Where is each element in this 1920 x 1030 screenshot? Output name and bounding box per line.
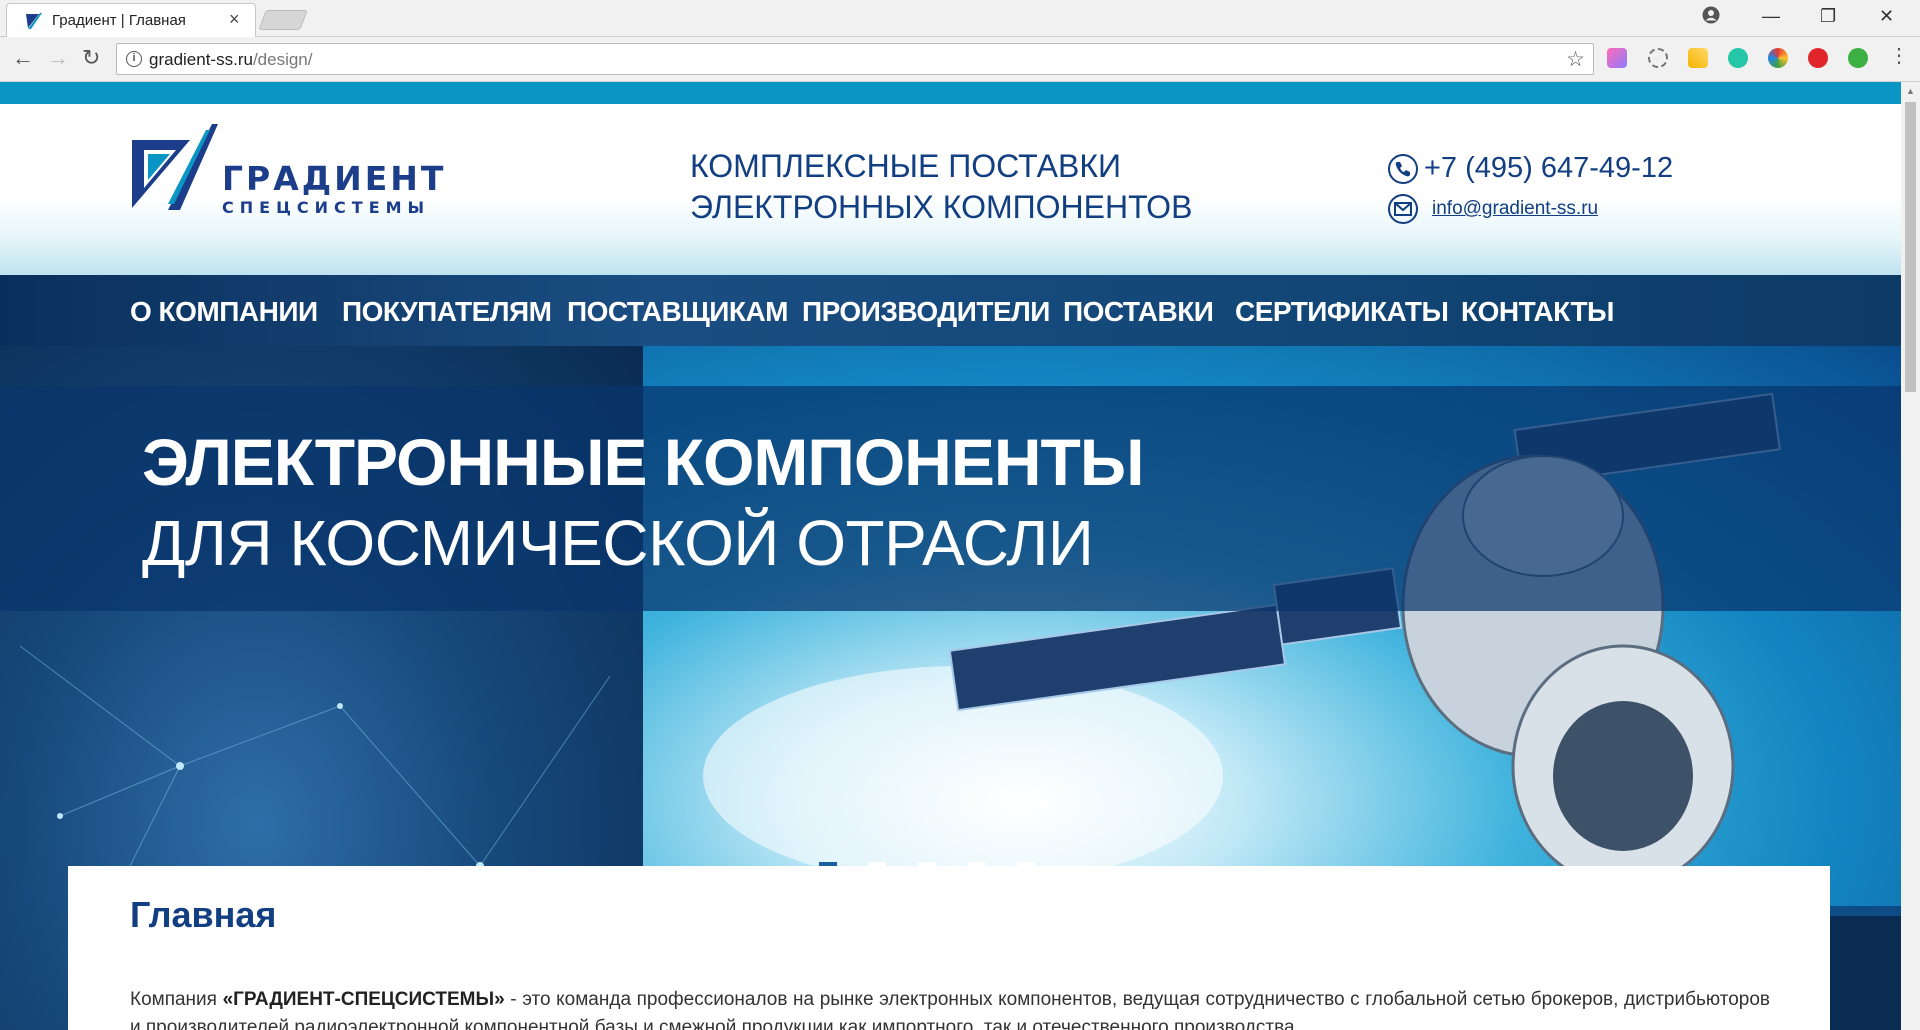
site-info-icon[interactable]: i	[126, 51, 142, 67]
main-content: Главная Компания «ГРАДИЕНТ-СПЕЦСИСТЕМЫ» …	[68, 866, 1830, 1030]
tab-close-icon[interactable]: ×	[229, 9, 240, 30]
reload-icon[interactable]: ↻	[82, 45, 100, 71]
back-icon[interactable]: ←	[12, 45, 34, 71]
phone-icon	[1388, 154, 1418, 185]
phone-number: +7 (495) 647-49-12	[1424, 152, 1674, 184]
extension-icon[interactable]	[1607, 48, 1627, 68]
extension-icon[interactable]	[1768, 48, 1788, 68]
nav-item-suppliers[interactable]: ПОСТАВЩИКАМ	[567, 296, 789, 328]
address-bar[interactable]: i gradient-ss.ru/design/ ☆	[116, 43, 1594, 75]
profile-icon[interactable]	[1702, 6, 1720, 24]
extension-icon[interactable]	[1688, 48, 1708, 68]
browser-chrome: Градиент | Главная × — ❐ ✕ ← → ↻ i gradi…	[0, 0, 1920, 82]
company-name: «ГРАДИЕНТ-СПЕЦСИСТЕМЫ»	[222, 989, 505, 1010]
minimize-icon[interactable]: —	[1762, 6, 1780, 27]
forward-icon[interactable]: →	[47, 45, 69, 71]
content-corner-decoration	[605, 866, 645, 930]
site-header: ГРАДИЕНТ СПЕЦСИСТЕМЫ КОМПЛЕКСНЫЕ ПОСТАВК…	[0, 104, 1901, 275]
header-email[interactable]: info@gradient-ss.ru	[1388, 194, 1598, 224]
header-tagline: КОМПЛЕКСНЫЕ ПОСТАВКИ ЭЛЕКТРОННЫХ КОМПОНЕ…	[690, 146, 1192, 228]
nav-item-deliveries[interactable]: ПОСТАВКИ	[1063, 296, 1214, 328]
email-link[interactable]: info@gradient-ss.ru	[1432, 198, 1598, 219]
tagline-line: КОМПЛЕКСНЫЕ ПОСТАВКИ	[690, 148, 1121, 184]
logo-mark-icon	[132, 124, 218, 210]
browser-tab[interactable]: Градиент | Главная ×	[6, 3, 256, 37]
nav-item-about[interactable]: О КОМПАНИИ	[130, 296, 318, 328]
hero-subtitle: ДЛЯ КОСМИЧЕСКОЙ ОТРАСЛИ	[142, 507, 1094, 579]
nav-item-buyers[interactable]: ПОКУПАТЕЛЯМ	[342, 296, 552, 328]
web-page: ГРАДИЕНТ СПЕЦСИСТЕМЫ КОМПЛЕКСНЫЕ ПОСТАВК…	[0, 82, 1901, 1030]
tab-title: Градиент | Главная	[52, 12, 186, 29]
bookmark-star-icon[interactable]: ☆	[1566, 47, 1585, 72]
page-scrollbar[interactable]: ▲	[1901, 82, 1920, 1030]
scrollbar-thumb[interactable]	[1905, 102, 1916, 392]
nav-item-contacts[interactable]: КОНТАКТЫ	[1461, 296, 1614, 328]
page-title: Главная	[130, 894, 277, 935]
site-favicon-icon	[25, 12, 43, 30]
download-icon[interactable]	[1848, 48, 1868, 68]
top-accent-bar	[0, 82, 1901, 104]
header-phone[interactable]: +7 (495) 647-49-12	[1388, 152, 1673, 185]
logo-name: ГРАДИЕНТ	[222, 159, 447, 198]
opera-icon[interactable]	[1808, 48, 1828, 68]
mail-icon	[1388, 194, 1418, 224]
tab-strip: Градиент | Главная × — ❐ ✕	[0, 0, 1920, 37]
nav-item-certificates[interactable]: СЕРТИФИКАТЫ	[1235, 296, 1449, 328]
main-navigation: О КОМПАНИИ ПОКУПАТЕЛЯМ ПОСТАВЩИКАМ ПРОИЗ…	[0, 275, 1901, 346]
browser-toolbar: ← → ↻ i gradient-ss.ru/design/ ☆ ⋮	[0, 37, 1920, 82]
extension-icon[interactable]	[1728, 48, 1748, 68]
tagline-line: ЭЛЕКТРОННЫХ КОМПОНЕНТОВ	[690, 189, 1193, 225]
intro-paragraph: Компания «ГРАДИЕНТ-СПЕЦСИСТЕМЫ» - это ко…	[130, 989, 1770, 1030]
site-logo[interactable]: ГРАДИЕНТ СПЕЦСИСТЕМЫ	[130, 120, 450, 216]
menu-icon[interactable]: ⋮	[1889, 43, 1909, 68]
logo-subtitle: СПЕЦСИСТЕМЫ	[222, 198, 431, 217]
scroll-up-icon[interactable]: ▲	[1906, 86, 1915, 96]
hero-corner-decoration	[1830, 916, 1901, 1030]
new-tab-button[interactable]	[258, 10, 308, 30]
nav-item-manufacturers[interactable]: ПРОИЗВОДИТЕЛИ	[802, 296, 1050, 328]
hero-title: ЭЛЕКТРОННЫЕ КОМПОНЕНТЫ	[142, 425, 1144, 499]
close-window-icon[interactable]: ✕	[1879, 6, 1894, 27]
url-text: gradient-ss.ru/design/	[149, 50, 313, 69]
extension-icon[interactable]	[1648, 48, 1668, 68]
restore-icon[interactable]: ❐	[1820, 6, 1836, 27]
